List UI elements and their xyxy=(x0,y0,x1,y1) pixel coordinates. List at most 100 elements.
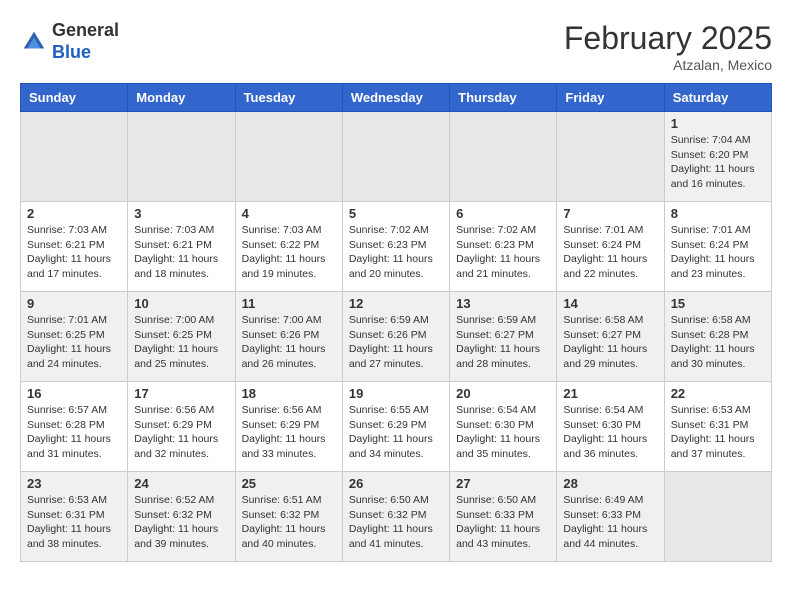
day-number: 12 xyxy=(349,296,443,311)
calendar-day-cell: 21 Sunrise: 6:54 AMSunset: 6:30 PMDayligh… xyxy=(557,382,664,472)
weekday-header: Tuesday xyxy=(235,84,342,112)
day-info: Sunrise: 6:58 AMSunset: 6:27 PMDaylight:… xyxy=(563,313,657,372)
day-number: 19 xyxy=(349,386,443,401)
day-number: 18 xyxy=(242,386,336,401)
day-info: Sunrise: 6:52 AMSunset: 6:32 PMDaylight:… xyxy=(134,493,228,552)
day-info: Sunrise: 6:50 AMSunset: 6:32 PMDaylight:… xyxy=(349,493,443,552)
calendar-day-cell: 4 Sunrise: 7:03 AMSunset: 6:22 PMDaylight… xyxy=(235,202,342,292)
day-number: 15 xyxy=(671,296,765,311)
calendar-day-cell xyxy=(342,112,449,202)
calendar-day-cell: 11 Sunrise: 7:00 AMSunset: 6:26 PMDayligh… xyxy=(235,292,342,382)
day-info: Sunrise: 7:02 AMSunset: 6:23 PMDaylight:… xyxy=(456,223,550,282)
day-number: 9 xyxy=(27,296,121,311)
weekday-header: Friday xyxy=(557,84,664,112)
day-number: 17 xyxy=(134,386,228,401)
calendar-day-cell: 27 Sunrise: 6:50 AMSunset: 6:33 PMDayligh… xyxy=(450,472,557,562)
weekday-header: Monday xyxy=(128,84,235,112)
calendar-day-cell: 24 Sunrise: 6:52 AMSunset: 6:32 PMDayligh… xyxy=(128,472,235,562)
calendar-day-cell: 20 Sunrise: 6:54 AMSunset: 6:30 PMDayligh… xyxy=(450,382,557,472)
day-info: Sunrise: 6:53 AMSunset: 6:31 PMDaylight:… xyxy=(27,493,121,552)
calendar-day-cell: 17 Sunrise: 6:56 AMSunset: 6:29 PMDayligh… xyxy=(128,382,235,472)
day-info: Sunrise: 6:56 AMSunset: 6:29 PMDaylight:… xyxy=(134,403,228,462)
calendar-day-cell: 14Sunrise: 6:58 AMSunset: 6:27 PMDayligh… xyxy=(557,292,664,382)
calendar-day-cell xyxy=(235,112,342,202)
day-number: 27 xyxy=(456,476,550,491)
day-number: 13 xyxy=(456,296,550,311)
logo-general: General xyxy=(52,20,119,40)
day-number: 20 xyxy=(456,386,550,401)
day-number: 2 xyxy=(27,206,121,221)
day-info: Sunrise: 7:01 AMSunset: 6:25 PMDaylight:… xyxy=(27,313,121,372)
calendar-day-cell xyxy=(128,112,235,202)
day-number: 8 xyxy=(671,206,765,221)
calendar-day-cell: 3 Sunrise: 7:03 AMSunset: 6:21 PMDaylight… xyxy=(128,202,235,292)
day-number: 26 xyxy=(349,476,443,491)
day-number: 4 xyxy=(242,206,336,221)
day-number: 16 xyxy=(27,386,121,401)
calendar-day-cell: 9 Sunrise: 7:01 AMSunset: 6:25 PMDaylight… xyxy=(21,292,128,382)
logo: General Blue xyxy=(20,20,119,63)
calendar-day-cell: 23 Sunrise: 6:53 AMSunset: 6:31 PMDayligh… xyxy=(21,472,128,562)
calendar-day-cell: 13 Sunrise: 6:59 AMSunset: 6:27 PMDayligh… xyxy=(450,292,557,382)
calendar-day-cell: 1 Sunrise: 7:04 AMSunset: 6:20 PMDaylight… xyxy=(664,112,771,202)
calendar-day-cell: 12Sunrise: 6:59 AMSunset: 6:26 PMDayligh… xyxy=(342,292,449,382)
day-info: Sunrise: 6:56 AMSunset: 6:29 PMDaylight:… xyxy=(242,403,336,462)
weekday-header: Saturday xyxy=(664,84,771,112)
day-number: 10 xyxy=(134,296,228,311)
calendar-day-cell: 5Sunrise: 7:02 AMSunset: 6:23 PMDaylight… xyxy=(342,202,449,292)
day-info: Sunrise: 6:53 AMSunset: 6:31 PMDaylight:… xyxy=(671,403,765,462)
logo-blue: Blue xyxy=(52,42,91,62)
calendar-week-row: 23 Sunrise: 6:53 AMSunset: 6:31 PMDayligh… xyxy=(21,472,772,562)
day-info: Sunrise: 7:01 AMSunset: 6:24 PMDaylight:… xyxy=(671,223,765,282)
day-number: 23 xyxy=(27,476,121,491)
weekday-header: Sunday xyxy=(21,84,128,112)
calendar-day-cell: 7Sunrise: 7:01 AMSunset: 6:24 PMDaylight… xyxy=(557,202,664,292)
calendar-day-cell xyxy=(21,112,128,202)
day-info: Sunrise: 7:04 AMSunset: 6:20 PMDaylight:… xyxy=(671,133,765,192)
day-info: Sunrise: 7:03 AMSunset: 6:22 PMDaylight:… xyxy=(242,223,336,282)
day-info: Sunrise: 6:57 AMSunset: 6:28 PMDaylight:… xyxy=(27,403,121,462)
day-number: 21 xyxy=(563,386,657,401)
calendar-day-cell: 6 Sunrise: 7:02 AMSunset: 6:23 PMDaylight… xyxy=(450,202,557,292)
day-info: Sunrise: 6:55 AMSunset: 6:29 PMDaylight:… xyxy=(349,403,443,462)
day-info: Sunrise: 6:49 AMSunset: 6:33 PMDaylight:… xyxy=(563,493,657,552)
weekday-header: Wednesday xyxy=(342,84,449,112)
logo-icon xyxy=(20,28,48,56)
day-number: 1 xyxy=(671,116,765,131)
day-info: Sunrise: 6:54 AMSunset: 6:30 PMDaylight:… xyxy=(456,403,550,462)
calendar-day-cell xyxy=(664,472,771,562)
calendar-day-cell: 25 Sunrise: 6:51 AMSunset: 6:32 PMDayligh… xyxy=(235,472,342,562)
calendar-day-cell: 10Sunrise: 7:00 AMSunset: 6:25 PMDayligh… xyxy=(128,292,235,382)
calendar-week-row: 1 Sunrise: 7:04 AMSunset: 6:20 PMDaylight… xyxy=(21,112,772,202)
calendar: SundayMondayTuesdayWednesdayThursdayFrid… xyxy=(20,83,772,562)
calendar-day-cell xyxy=(450,112,557,202)
day-number: 3 xyxy=(134,206,228,221)
day-info: Sunrise: 6:54 AMSunset: 6:30 PMDaylight:… xyxy=(563,403,657,462)
calendar-day-cell: 22 Sunrise: 6:53 AMSunset: 6:31 PMDayligh… xyxy=(664,382,771,472)
day-info: Sunrise: 6:50 AMSunset: 6:33 PMDaylight:… xyxy=(456,493,550,552)
day-number: 11 xyxy=(242,296,336,311)
calendar-week-row: 16 Sunrise: 6:57 AMSunset: 6:28 PMDayligh… xyxy=(21,382,772,472)
calendar-day-cell xyxy=(557,112,664,202)
month-title: February 2025 xyxy=(564,20,772,57)
logo-text: General Blue xyxy=(52,20,119,63)
title-block: February 2025 Atzalan, Mexico xyxy=(564,20,772,73)
weekday-header-row: SundayMondayTuesdayWednesdayThursdayFrid… xyxy=(21,84,772,112)
day-number: 24 xyxy=(134,476,228,491)
day-number: 28 xyxy=(563,476,657,491)
calendar-day-cell: 19 Sunrise: 6:55 AMSunset: 6:29 PMDayligh… xyxy=(342,382,449,472)
day-info: Sunrise: 6:59 AMSunset: 6:27 PMDaylight:… xyxy=(456,313,550,372)
day-info: Sunrise: 7:00 AMSunset: 6:26 PMDaylight:… xyxy=(242,313,336,372)
day-number: 6 xyxy=(456,206,550,221)
day-info: Sunrise: 6:51 AMSunset: 6:32 PMDaylight:… xyxy=(242,493,336,552)
day-info: Sunrise: 7:02 AMSunset: 6:23 PMDaylight:… xyxy=(349,223,443,282)
weekday-header: Thursday xyxy=(450,84,557,112)
calendar-week-row: 2 Sunrise: 7:03 AMSunset: 6:21 PMDaylight… xyxy=(21,202,772,292)
calendar-day-cell: 18 Sunrise: 6:56 AMSunset: 6:29 PMDayligh… xyxy=(235,382,342,472)
calendar-day-cell: 2 Sunrise: 7:03 AMSunset: 6:21 PMDaylight… xyxy=(21,202,128,292)
day-number: 25 xyxy=(242,476,336,491)
calendar-day-cell: 8 Sunrise: 7:01 AMSunset: 6:24 PMDaylight… xyxy=(664,202,771,292)
day-info: Sunrise: 7:03 AMSunset: 6:21 PMDaylight:… xyxy=(27,223,121,282)
day-number: 22 xyxy=(671,386,765,401)
day-info: Sunrise: 7:03 AMSunset: 6:21 PMDaylight:… xyxy=(134,223,228,282)
